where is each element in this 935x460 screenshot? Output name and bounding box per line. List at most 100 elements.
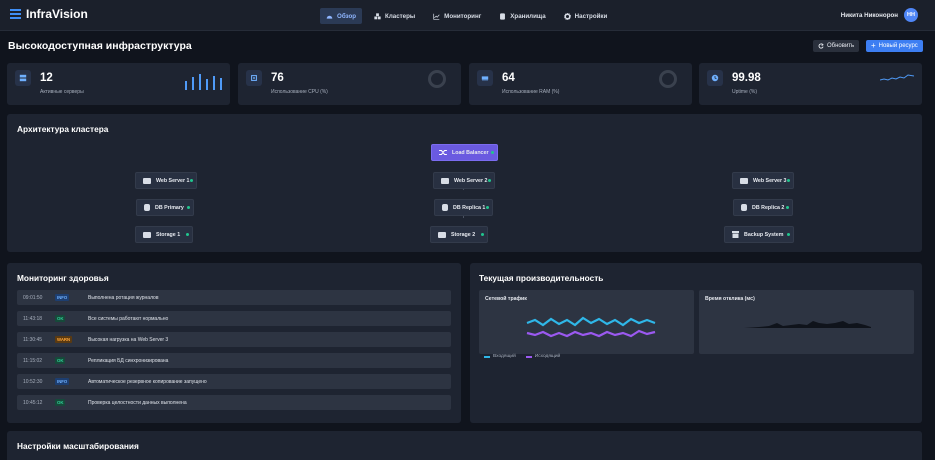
log-level-badge: WARN bbox=[55, 336, 73, 343]
node-label: Web Server 2 bbox=[454, 177, 488, 184]
log-level-badge: OK bbox=[55, 399, 66, 406]
legend-item-incoming[interactable]: Входящий bbox=[484, 354, 516, 359]
app-logo[interactable]: InfraVision bbox=[10, 7, 88, 21]
log-row[interactable]: 11:43:18 OK Все системы работают нормаль… bbox=[17, 311, 451, 326]
status-dot bbox=[186, 233, 189, 236]
stat-label: Использование RAM (%) bbox=[502, 89, 560, 95]
log-level-badge: INFO bbox=[55, 294, 70, 301]
status-dot bbox=[187, 206, 190, 209]
log-time: 11:15:02 bbox=[23, 357, 43, 364]
memory-icon bbox=[477, 70, 493, 86]
node-db-replica-2[interactable]: DB Replica 2 bbox=[733, 199, 793, 216]
node-web-server-3[interactable]: Web Server 3 bbox=[732, 172, 794, 189]
node-web-server-1[interactable]: Web Server 1 bbox=[135, 172, 197, 189]
incoming-traffic-line bbox=[526, 316, 656, 327]
stat-card-ram: 64 Использование RAM (%) bbox=[469, 63, 692, 105]
log-message: Высокая нагрузка на Web Server 3 bbox=[88, 336, 169, 343]
log-message: Выполнена ротация журналов bbox=[88, 294, 159, 301]
stat-value: 99.98 bbox=[732, 72, 761, 84]
node-db-replica-1[interactable]: DB Replica 1 bbox=[434, 199, 493, 216]
dashboard-icon bbox=[326, 15, 333, 19]
top-navbar: InfraVision Обзор Кластеры Мониторинг Хр… bbox=[0, 0, 935, 31]
log-message: Все системы работают нормально bbox=[88, 315, 169, 322]
status-dot bbox=[486, 206, 489, 209]
nav-item-label: Мониторинг bbox=[444, 12, 482, 20]
node-storage-2[interactable]: Storage 2 bbox=[430, 226, 488, 243]
section-title: Настройки масштабирования bbox=[17, 441, 139, 451]
database-icon bbox=[741, 204, 747, 211]
database-icon bbox=[144, 204, 150, 211]
node-label: Load Balancer bbox=[452, 149, 489, 156]
log-row[interactable]: 11:15:02 OK Репликация БД синхронизирова… bbox=[17, 353, 451, 368]
log-time: 10:52:30 bbox=[23, 378, 43, 385]
log-time: 11:30:45 bbox=[23, 336, 43, 343]
refresh-button-label: Обновить bbox=[827, 43, 855, 49]
log-time: 10:45:12 bbox=[23, 399, 43, 406]
refresh-button[interactable]: Обновить bbox=[813, 40, 860, 52]
cubes-icon bbox=[374, 12, 381, 19]
legend-item-outgoing[interactable]: Исходящий bbox=[525, 354, 560, 359]
section-title: Мониторинг здоровья bbox=[17, 273, 109, 283]
node-label: DB Replica 2 bbox=[752, 204, 785, 211]
stat-card-uptime: 99.98 Uptime (%) bbox=[699, 63, 922, 105]
main-nav: Обзор Кластеры Мониторинг Хранилища Наст… bbox=[320, 8, 613, 24]
node-web-server-2[interactable]: Web Server 2 bbox=[433, 172, 495, 189]
archive-icon bbox=[732, 231, 739, 238]
network-traffic-panel: Сетевой трафик bbox=[479, 290, 694, 354]
cpu-gauge bbox=[428, 70, 446, 88]
status-dot bbox=[488, 179, 491, 182]
nav-item-settings[interactable]: Настройки bbox=[558, 8, 614, 24]
status-dot bbox=[787, 179, 790, 182]
traffic-legend: Входящий Исходящий bbox=[484, 354, 560, 359]
response-time-panel: Время отклика (мс) bbox=[699, 290, 914, 354]
node-storage-1[interactable]: Storage 1 bbox=[135, 226, 193, 243]
log-message: Автоматическое резервное копирование зап… bbox=[88, 378, 207, 385]
stat-card-servers: 12 Активные серверы bbox=[7, 63, 230, 105]
log-row[interactable]: 10:45:12 OK Проверка целостности данных … bbox=[17, 395, 451, 410]
log-level-badge: OK bbox=[55, 315, 66, 322]
log-level-badge: OK bbox=[55, 357, 66, 364]
node-db-primary[interactable]: DB Primary bbox=[136, 199, 194, 216]
response-time-chart bbox=[744, 321, 871, 328]
page-title: Высокодоступная инфраструктура bbox=[8, 40, 192, 52]
log-row[interactable]: 10:52:30 INFO Автоматическое резервное к… bbox=[17, 374, 451, 389]
new-resource-button[interactable]: + Новый ресурс bbox=[866, 40, 923, 52]
servers-bar-chart bbox=[185, 74, 222, 90]
plus-icon: + bbox=[871, 41, 876, 50]
hdd-icon bbox=[143, 231, 151, 238]
ram-gauge bbox=[659, 70, 677, 88]
chart-line-icon bbox=[433, 13, 440, 20]
avatar[interactable]: НН bbox=[904, 8, 918, 22]
user-menu[interactable]: Никита Никонорон НН bbox=[841, 8, 918, 22]
new-resource-button-label: Новый ресурс bbox=[878, 43, 918, 49]
node-backup-system[interactable]: Backup System bbox=[724, 226, 794, 243]
app-name: InfraVision bbox=[26, 7, 88, 21]
node-label: Web Server 3 bbox=[753, 177, 787, 184]
performance-card: Текущая производительность Сетевой трафи… bbox=[470, 263, 922, 423]
node-label: DB Primary bbox=[155, 204, 184, 211]
user-name: Никита Никонорон bbox=[840, 11, 898, 19]
stat-value: 76 bbox=[271, 72, 284, 84]
status-dot bbox=[787, 233, 790, 236]
nav-item-clusters[interactable]: Кластеры bbox=[368, 8, 421, 24]
nav-item-storage[interactable]: Хранилища bbox=[493, 8, 551, 24]
node-load-balancer[interactable]: Load Balancer bbox=[431, 144, 498, 161]
nav-item-overview[interactable]: Обзор bbox=[320, 8, 363, 24]
gear-icon bbox=[563, 12, 571, 20]
stat-value: 12 bbox=[40, 72, 53, 84]
server-icon bbox=[740, 177, 748, 184]
database-icon bbox=[442, 204, 448, 211]
log-time: 11:43:18 bbox=[23, 315, 43, 322]
nav-item-monitoring[interactable]: Мониторинг bbox=[427, 8, 487, 24]
nav-item-label: Хранилища bbox=[510, 12, 546, 20]
cluster-architecture-card: Архитектура кластера Load Balancer Web S… bbox=[7, 114, 922, 252]
nav-item-label: Настройки bbox=[574, 12, 608, 20]
log-row[interactable]: 11:30:45 WARN Высокая нагрузка на Web Se… bbox=[17, 332, 451, 347]
section-title: Архитектура кластера bbox=[17, 124, 109, 134]
cpu-icon bbox=[246, 70, 262, 86]
log-row[interactable]: 09:01:50 INFO Выполнена ротация журналов bbox=[17, 290, 451, 305]
uptime-sparkline bbox=[880, 74, 914, 81]
logo-icon bbox=[10, 9, 21, 19]
log-message: Репликация БД синхронизирована bbox=[88, 357, 169, 364]
server-icon bbox=[441, 177, 449, 184]
